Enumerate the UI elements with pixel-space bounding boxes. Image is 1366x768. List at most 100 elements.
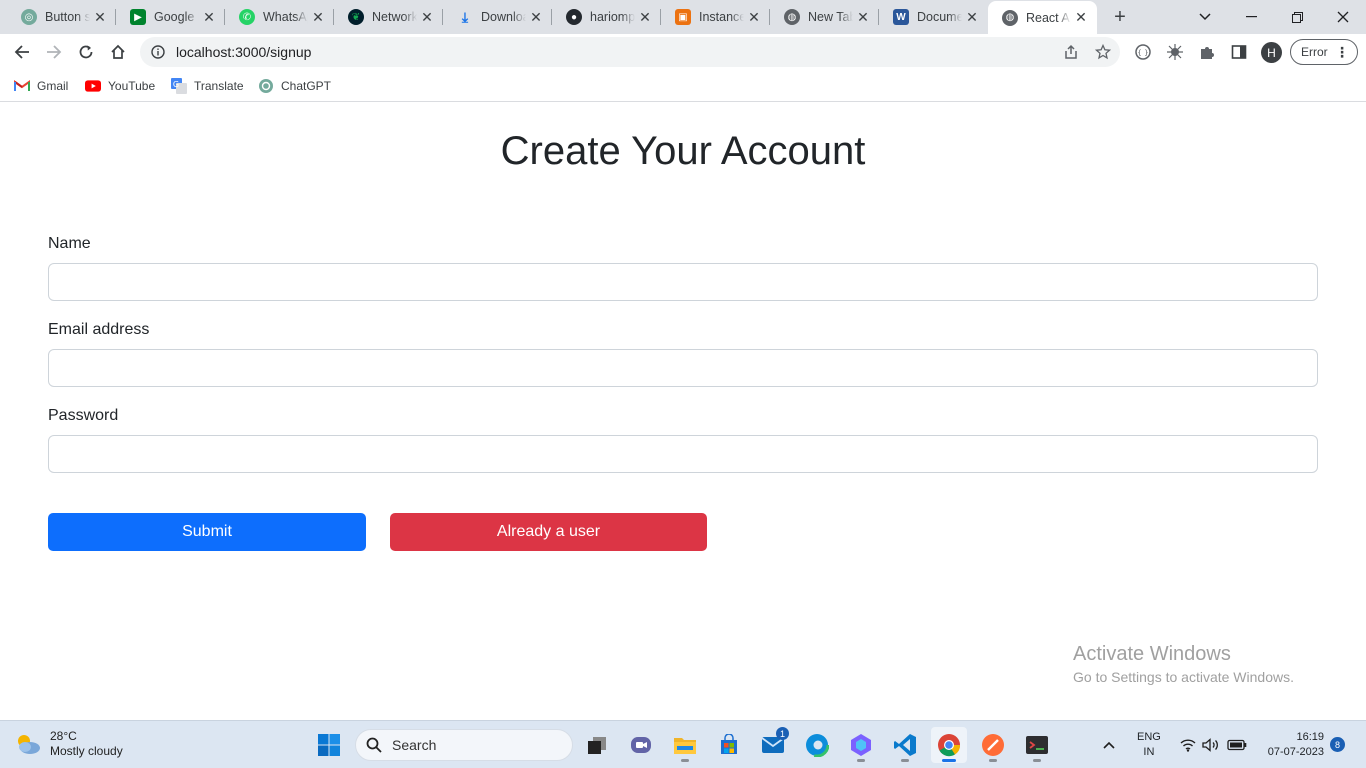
name-input[interactable]	[48, 263, 1318, 301]
whatsapp-icon: ✆	[239, 9, 255, 25]
tab-title: Network	[372, 10, 417, 24]
gmail-icon	[14, 78, 30, 94]
show-hidden-icons[interactable]	[1102, 721, 1116, 768]
already-user-button[interactable]: Already a user	[390, 513, 707, 551]
tab-document[interactable]: W Docume ✕	[879, 0, 988, 34]
notification-badge[interactable]: 8	[1330, 737, 1345, 752]
password-input[interactable]	[48, 435, 1318, 473]
windows-taskbar: 28°C Mostly cloudy Search 1 ENG IN 16:19…	[0, 720, 1366, 768]
weather-widget[interactable]: 28°C Mostly cloudy	[14, 729, 123, 759]
close-tab-icon[interactable]: ✕	[744, 9, 764, 26]
watermark-subtitle: Go to Settings to activate Windows.	[1073, 669, 1294, 685]
tab-title: Google I	[154, 10, 199, 24]
postman-button[interactable]	[975, 727, 1011, 763]
chrome-button[interactable]	[931, 727, 967, 763]
tab-github[interactable]: ● hariomp ✕	[552, 0, 661, 34]
forward-button[interactable]	[40, 38, 68, 66]
mail-unread-badge: 1	[776, 727, 789, 740]
tab-strip: ◎ Button s ✕ ▶ Google I ✕ ✆ WhatsAp ✕ ❦ …	[0, 0, 1366, 34]
wifi-status[interactable]	[1180, 721, 1196, 768]
close-tab-icon[interactable]: ✕	[853, 9, 873, 26]
tab-network[interactable]: ❦ Network ✕	[334, 0, 443, 34]
error-button[interactable]: Error ⋮	[1290, 39, 1358, 65]
tab-button-s[interactable]: ◎ Button s ✕	[7, 0, 116, 34]
tab-title: Instance	[699, 10, 744, 24]
tab-react-app[interactable]: ◍ React Ap ✕	[988, 1, 1097, 34]
volume-status[interactable]	[1202, 721, 1220, 768]
mail-button[interactable]: 1	[755, 727, 791, 763]
svg-text:G: G	[173, 80, 179, 89]
error-label: Error	[1301, 45, 1328, 59]
signup-page: Create Your Account Name Email address P…	[0, 103, 1366, 720]
close-tab-icon[interactable]: ✕	[308, 9, 328, 26]
close-tab-icon[interactable]: ✕	[635, 9, 655, 26]
bug-extension-icon[interactable]	[1165, 42, 1185, 62]
tab-whatsapp[interactable]: ✆ WhatsAp ✕	[225, 0, 334, 34]
arrow-left-icon	[14, 45, 29, 59]
close-tab-icon[interactable]: ✕	[417, 9, 437, 26]
tab-search-button[interactable]	[1182, 0, 1228, 34]
vscode-button[interactable]	[887, 727, 923, 763]
tab-instances[interactable]: ▣ Instance ✕	[661, 0, 770, 34]
minimize-button[interactable]	[1228, 0, 1274, 34]
close-tab-icon[interactable]: ✕	[1071, 9, 1091, 26]
bookmark-gmail[interactable]: Gmail	[14, 77, 68, 95]
puzzle-icon[interactable]	[1197, 42, 1217, 62]
close-window-button[interactable]	[1320, 0, 1366, 34]
email-input[interactable]	[48, 349, 1318, 387]
close-tab-icon[interactable]: ✕	[962, 9, 982, 26]
extension-icon[interactable]: { }	[1133, 42, 1153, 62]
copilot-app-button[interactable]	[843, 727, 879, 763]
microsoft-store-button[interactable]	[711, 727, 747, 763]
edge-icon	[805, 733, 829, 757]
teams-chat-button[interactable]	[623, 727, 659, 763]
tab-title: WhatsAp	[263, 10, 308, 24]
watermark-title: Activate Windows	[1073, 643, 1231, 665]
close-tab-icon[interactable]: ✕	[199, 9, 219, 26]
bookmark-chatgpt[interactable]: ChatGPT	[258, 77, 331, 95]
side-panel-icon[interactable]	[1229, 42, 1249, 62]
menu-icon[interactable]: ⋮	[1335, 43, 1349, 61]
back-button[interactable]	[8, 38, 36, 66]
bookmark-translate[interactable]: G Translate	[171, 77, 244, 95]
new-tab-button[interactable]: +	[1107, 4, 1133, 30]
tab-downloads[interactable]: ⤓ Downloa ✕	[443, 0, 552, 34]
reload-button[interactable]	[72, 38, 100, 66]
language-code: ENG	[1137, 731, 1161, 743]
close-tab-icon[interactable]: ✕	[526, 9, 546, 26]
tab-google-meet[interactable]: ▶ Google I ✕	[116, 0, 225, 34]
start-button[interactable]	[311, 727, 347, 763]
running-indicator	[901, 759, 909, 762]
edge-button[interactable]	[799, 727, 835, 763]
folder-icon	[674, 738, 696, 754]
search-label: Search	[392, 737, 437, 753]
search-icon	[366, 737, 382, 753]
store-icon	[721, 734, 737, 754]
bookmark-star-icon[interactable]	[1094, 43, 1112, 61]
arrow-right-icon	[47, 45, 62, 59]
aws-icon: ▣	[675, 9, 691, 25]
url-text[interactable]: localhost:3000/signup	[176, 44, 311, 60]
language-indicator[interactable]: ENG IN	[1137, 730, 1161, 760]
tab-new-tab[interactable]: ◍ New Tab ✕	[770, 0, 879, 34]
app-icon	[851, 734, 871, 756]
profile-avatar[interactable]: H	[1261, 42, 1282, 63]
restore-button[interactable]	[1274, 0, 1320, 34]
file-explorer-button[interactable]	[667, 727, 703, 763]
task-view-button[interactable]	[579, 727, 615, 763]
snipping-tool-button[interactable]	[1019, 727, 1055, 763]
taskbar-search[interactable]: Search	[355, 729, 573, 761]
system-clock[interactable]: 16:19 07-07-2023	[1258, 730, 1324, 760]
battery-status[interactable]	[1227, 721, 1247, 768]
submit-button[interactable]: Submit	[48, 513, 366, 551]
tab-title: Downloa	[481, 10, 526, 24]
reload-icon	[79, 45, 93, 59]
site-info-icon[interactable]	[150, 44, 166, 60]
home-button[interactable]	[104, 38, 132, 66]
close-tab-icon[interactable]: ✕	[90, 9, 110, 26]
tab-title: New Tab	[808, 10, 853, 24]
bookmark-youtube[interactable]: YouTube	[85, 77, 155, 95]
address-bar[interactable]: localhost:3000/signup	[140, 37, 1120, 67]
share-icon[interactable]	[1062, 43, 1080, 61]
wifi-icon	[1180, 739, 1196, 752]
